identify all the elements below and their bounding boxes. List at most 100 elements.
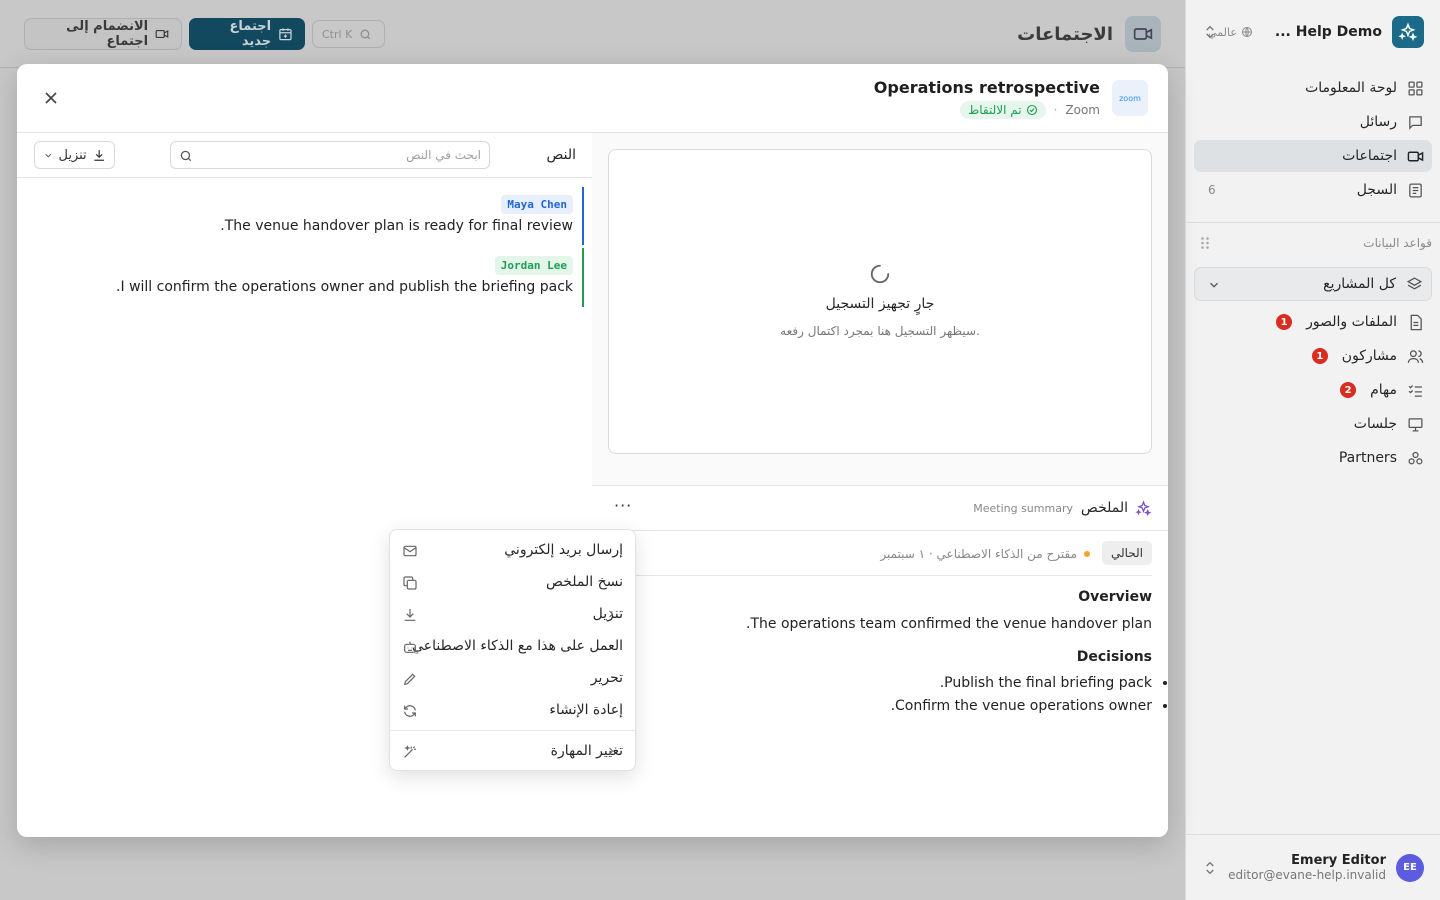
video-icon [1407, 151, 1424, 161]
recording-title: جارٍ تجهيز التسجيل [825, 296, 935, 312]
sidebar-item-tasks[interactable]: مهام 2 [1194, 374, 1432, 406]
user-name: Emery Editor [1291, 853, 1386, 868]
meeting-title: Operations retrospective [873, 78, 1100, 97]
sidebar-item-participants[interactable]: مشاركون 1 [1194, 340, 1432, 372]
sidebar-item-sessions[interactable]: جلسات [1194, 408, 1432, 440]
refresh-icon [404, 705, 416, 717]
mail-icon [403, 545, 417, 557]
summary-label: الملخص [1080, 500, 1128, 516]
recording-card: جارٍ تجهيز التسجيل سيظهر التسجيل هنا بمج… [608, 149, 1152, 454]
segment-text: I will confirm the operations owner and … [116, 279, 573, 295]
sidebar-item-meetings[interactable]: اجتماعات [1194, 140, 1432, 172]
sidebar-item-label: جلسات [1353, 416, 1397, 432]
menu-item-label: إرسال بريد إلكتروني [504, 542, 623, 558]
workspace-logo-icon [1392, 16, 1424, 48]
menu-item-download[interactable]: تنزيل [390, 598, 635, 630]
drag-handle-icon[interactable] [1200, 236, 1210, 250]
check-circle-icon [1026, 104, 1037, 116]
message-icon [1409, 115, 1422, 130]
log-count: 6 [1208, 183, 1216, 197]
speaker-label: Maya Chen [501, 195, 573, 214]
page-title-wrap: الاجتماعات [1017, 16, 1161, 52]
menu-item-edit[interactable]: تحرير [390, 662, 635, 694]
meta-separator: · [1053, 103, 1058, 117]
sidebar-item-partners[interactable]: Partners [1194, 442, 1432, 474]
project-select[interactable]: كل المشاريع [1194, 267, 1432, 301]
chevron-down-icon [1210, 282, 1218, 288]
count-badge: 2 [1340, 382, 1357, 398]
workspace-name: Help Demo ... [1274, 24, 1382, 40]
transcript-segment[interactable]: Jordan Lee I will confirm the operations… [44, 248, 584, 307]
video-icon [1125, 16, 1161, 52]
calendar-plus-icon [279, 28, 292, 41]
menu-item-label: إعادة الإنشاء [549, 702, 623, 718]
new-meeting-label: اجتماع جديد [229, 19, 272, 49]
sidebar-item-label: مهام [1370, 382, 1397, 398]
join-meeting-button[interactable]: الانضمام إلى اجتماع [24, 18, 182, 50]
menu-item-work-with-ai[interactable]: العمل على هذا مع الذكاء الاصطناعي [390, 630, 635, 662]
recording-subtitle: سيظهر التسجيل هنا بمجرد اكتمال رفعه. [780, 324, 980, 338]
project-select-label: كل المشاريع [1323, 276, 1396, 292]
transcript-download-button[interactable]: تنزيل [34, 141, 115, 169]
transcript-download-label: تنزيل [58, 147, 87, 163]
transcript-label: النص [546, 147, 576, 163]
menu-item-label: العمل على هذا مع الذكاء الاصطناعي [412, 638, 623, 654]
sidebar-item-dashboard[interactable]: لوحة المعلومات [1194, 72, 1432, 104]
menu-item-change-skill[interactable]: تغيير المهارة [390, 735, 635, 767]
status-label: تم الالتقاط [968, 103, 1022, 117]
main-header: الاجتماعات الانضمام إلى اجتماع اجتماع جد… [0, 0, 1185, 68]
presentation-icon [1408, 417, 1423, 432]
summary-options-menu: إرسال بريد إلكتروني نسخ الملخص تنزيل الع… [389, 529, 636, 771]
recording-summary-panel: جارٍ تجهيز التسجيل سيظهر التسجيل هنا بمج… [592, 133, 1168, 837]
ai-suggestion-dot [1084, 551, 1090, 557]
shortcut-label: Ctrl K [322, 27, 353, 41]
sidebar-item-label: مشاركون [1341, 348, 1397, 364]
robot-icon [404, 641, 416, 653]
sparkles-icon [1135, 500, 1152, 517]
close-icon[interactable] [41, 88, 61, 108]
transcript-search-input[interactable] [171, 142, 489, 168]
chevron-up-down-icon[interactable] [1202, 23, 1218, 41]
decisions-list: Publish the final briefing pack. Confirm… [608, 675, 1152, 714]
command-search-button[interactable]: Ctrl K [312, 20, 385, 48]
list-item: Publish the final briefing pack. [608, 675, 1152, 691]
sidebar-item-files[interactable]: الملفات والصور 1 [1194, 306, 1432, 338]
workspace-switcher[interactable]: Help Demo ... عالمي [1202, 14, 1424, 50]
databases-label: قواعد البيانات [1363, 236, 1432, 250]
sidebar-item-log[interactable]: السجل 6 [1194, 174, 1432, 206]
sidebar-item-label: الملفات والصور [1306, 314, 1397, 330]
overview-text: The operations team confirmed the venue … [746, 616, 1152, 632]
version-tab-current[interactable]: الحالي [1101, 541, 1152, 565]
menu-item-label: تحرير [590, 670, 623, 686]
sidebar: Help Demo ... عالمي لوحة المعلومات رسائل… [1185, 0, 1440, 900]
new-meeting-button[interactable]: اجتماع جديد [189, 18, 305, 50]
sidebar-item-messages[interactable]: رسائل [1194, 106, 1432, 138]
chevron-up-down-icon[interactable] [1202, 859, 1218, 877]
menu-item-send-email[interactable]: إرسال بريد إلكتروني [390, 534, 635, 566]
meeting-platform: Zoom [1065, 103, 1100, 117]
users-icon [1407, 349, 1424, 363]
avatar: EE [1396, 853, 1424, 882]
search-icon [180, 150, 192, 162]
user-menu[interactable]: EE Emery Editor editor@evane-help.invali… [1186, 834, 1440, 900]
transcript-segment[interactable]: Maya Chen The venue handover plan is rea… [44, 187, 584, 245]
pencil-icon [403, 673, 416, 686]
sidebar-item-label: Partners [1338, 450, 1397, 466]
summary-section: الملخص Meeting summary ··· الحالي مقترح … [592, 485, 1168, 837]
summary-header: الملخص Meeting summary ··· [592, 486, 1168, 531]
download-icon [404, 609, 416, 621]
checklist-icon [1408, 384, 1422, 397]
globe-icon [1241, 27, 1252, 37]
status-badge: تم الالتقاط [960, 101, 1046, 119]
chevron-right-icon [609, 610, 614, 618]
count-badge: 1 [1276, 314, 1293, 330]
join-meeting-label: الانضمام إلى اجتماع [66, 19, 149, 49]
file-icon [1410, 314, 1422, 330]
download-icon [94, 149, 104, 161]
dashboard-icon [1408, 80, 1423, 96]
menu-item-regenerate[interactable]: إعادة الإنشاء [390, 694, 635, 726]
menu-item-copy-summary[interactable]: نسخ الملخص [390, 566, 635, 598]
more-options-button[interactable]: ··· [614, 496, 632, 515]
menu-divider [390, 730, 635, 731]
version-meta: مقترح من الذكاء الاصطناعي · ١ سبتمبر [880, 547, 1077, 561]
